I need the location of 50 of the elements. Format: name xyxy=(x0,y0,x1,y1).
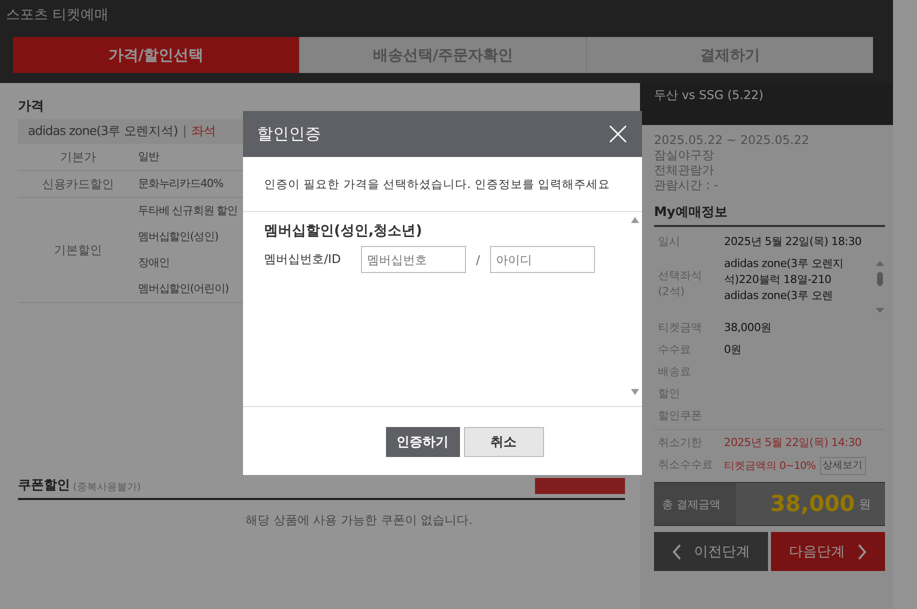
separator: / xyxy=(476,252,480,266)
chevron-right-icon xyxy=(857,544,867,560)
separator: | xyxy=(182,123,186,138)
site-title: 스포츠 티켓예매 xyxy=(5,6,110,25)
detail-button[interactable]: 상세보기 xyxy=(820,457,866,475)
section-title: 쿠폰할인 xyxy=(18,477,70,494)
event-info: 잠실야구장 xyxy=(654,148,715,163)
price-option[interactable]: 장애인 xyxy=(138,256,170,269)
price-option[interactable]: 일반 xyxy=(138,150,159,163)
chevron-left-icon xyxy=(672,544,682,560)
empty-message: 해당 상품에 사용 가능한 쿠폰이 없습니다. xyxy=(244,512,474,529)
group-name: 기본가 xyxy=(60,148,96,166)
seat-list: adidas zone(3루 오렌지석)220블럭 18열-210 adidas zone(3루 오렌 xyxy=(724,256,871,314)
coupon-note: (중복사용불가) xyxy=(73,481,141,494)
event-info: 전체관람가 xyxy=(654,163,715,178)
confirm-button[interactable]: 인증하기 xyxy=(386,427,460,457)
total-label: 총 결제금액 xyxy=(654,483,736,525)
total-amount: 38,000 xyxy=(770,492,855,516)
event-title: 두산 vs SSG (5.22) xyxy=(640,83,893,125)
input-field[interactable]: 아이디 xyxy=(490,246,596,273)
cancel-button[interactable]: 취소 xyxy=(464,427,544,457)
info-value: 2025년 5월 22일(목) 14:30 xyxy=(724,435,862,451)
dialog-message: 인증이 필요한 가격을 선택하셨습니다. 인증정보를 입력해주세요 xyxy=(243,157,642,212)
close-icon[interactable] xyxy=(609,125,627,143)
input-field[interactable]: 멤버십번호 xyxy=(361,246,466,273)
zone-note: 좌석 xyxy=(191,123,216,138)
info-value: 티켓금액의 0~10% xyxy=(724,459,816,474)
price-option[interactable]: 멤버십할인(어린이) xyxy=(138,282,229,295)
zone-name: adidas zone(3루 오렌지석) xyxy=(28,123,178,138)
group-name: 기본할인 xyxy=(54,242,102,258)
total-unit: 원 xyxy=(859,496,871,512)
price-option[interactable]: 두타베 신규회원 할인 xyxy=(138,204,238,217)
info-value: 38,000원 xyxy=(724,320,772,336)
next-step-button[interactable]: 다음단계 xyxy=(771,532,885,571)
discount-title: 멤버십할인(성인,청소년) xyxy=(264,222,424,240)
group-name: 신용카드할인 xyxy=(42,176,114,192)
event-info: 관람시간 : - xyxy=(654,178,720,193)
event-info: 2025.05.22 ~ 2025.05.22 xyxy=(654,133,810,148)
dialog-title: 할인인증 xyxy=(257,124,321,144)
info-value: 2025년 5월 22일(목) 18:30 xyxy=(724,234,862,250)
prev-step-button[interactable]: 이전단계 xyxy=(654,532,768,571)
info-value: 0원 xyxy=(724,342,742,358)
field-label: 멤버십번호/ID xyxy=(264,251,342,268)
section-title: 가격 xyxy=(18,98,45,115)
step-tab[interactable]: 가격/할인선택 xyxy=(13,37,299,73)
section-title: My예매정보 xyxy=(654,193,885,227)
scrollbar-icon[interactable] xyxy=(875,260,885,314)
price-option[interactable]: 멤버십할인(성인) xyxy=(138,230,218,243)
price-option[interactable]: 문화누리카드40% xyxy=(138,177,224,190)
scrollbar-icon[interactable] xyxy=(630,216,640,396)
